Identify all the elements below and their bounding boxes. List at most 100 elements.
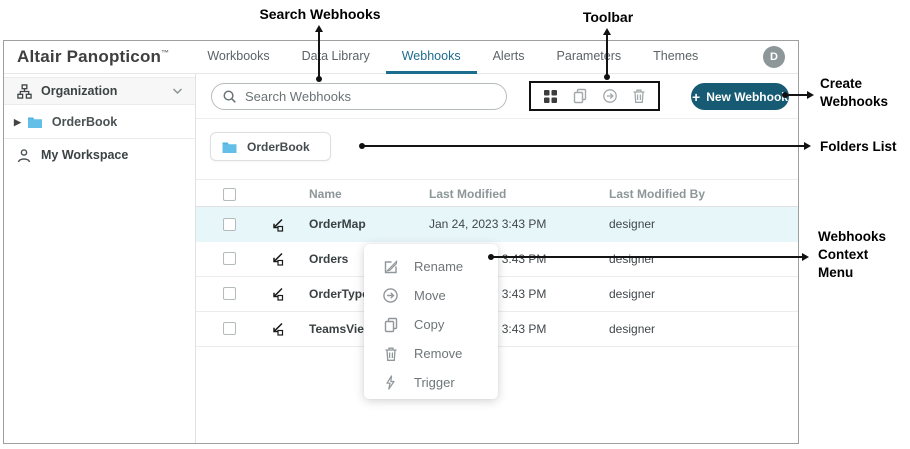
webhook-last-modified-by: designer <box>609 277 655 312</box>
toolbar <box>529 81 660 111</box>
menu-item-label: Rename <box>414 259 463 274</box>
tab-alerts[interactable]: Alerts <box>477 41 541 74</box>
webhook-last-modified: Jan 24, 2023 3:43 PM <box>429 207 546 242</box>
new-webhook-button[interactable]: + New Webhook <box>691 83 789 110</box>
hierarchy-icon <box>16 84 32 99</box>
column-header-name: Name <box>309 180 342 208</box>
webhook-icon <box>269 286 285 307</box>
sidebar-item-my-workspace[interactable]: My Workspace <box>4 140 195 170</box>
menu-item-label: Remove <box>414 346 462 361</box>
menu-item-rename[interactable]: Rename <box>364 252 498 281</box>
copy-icon <box>382 317 399 333</box>
arrowhead-right <box>807 91 814 99</box>
webhook-last-modified-by: designer <box>609 242 655 277</box>
row-checkbox[interactable] <box>223 287 236 300</box>
annotation-dot <box>316 76 322 82</box>
sidebar-item-label: My Workspace <box>41 148 128 162</box>
folder-icon <box>221 140 238 154</box>
arrowhead-up <box>315 25 323 32</box>
plus-icon: + <box>692 89 700 105</box>
annotation-line-text: Menu <box>818 264 886 282</box>
sidebar-item-organization[interactable]: Organization <box>4 77 195 105</box>
annotation-line-text: Context <box>818 246 886 264</box>
folder-chip-orderbook[interactable]: OrderBook <box>210 132 331 161</box>
column-header-last-modified: Last Modified <box>429 180 506 208</box>
logo-text: Altair Panopticon <box>17 47 161 66</box>
row-checkbox[interactable] <box>223 252 236 265</box>
webhooks-context-menu: Rename Move Copy Remove <box>364 244 498 399</box>
tab-themes[interactable]: Themes <box>637 41 714 74</box>
annotation-folders-list: Folders List <box>820 138 897 156</box>
app-window: Altair Panopticon™ Workbooks Data Librar… <box>3 40 799 444</box>
webhook-name: OrderMap <box>309 207 366 242</box>
app-header: Altair Panopticon™ Workbooks Data Librar… <box>4 41 798 74</box>
annotation-line <box>364 145 804 147</box>
arrowhead-right <box>804 142 811 150</box>
annotation-dot <box>604 74 610 80</box>
arrowhead-up <box>603 28 611 35</box>
menu-item-label: Move <box>414 288 446 303</box>
row-checkbox[interactable] <box>223 218 236 231</box>
annotation-toolbar: Toolbar <box>560 9 656 25</box>
arrowhead-right <box>802 253 809 261</box>
annotation-line <box>493 256 802 258</box>
grid-view-icon[interactable] <box>543 89 558 104</box>
sidebar-item-label: Organization <box>41 84 117 98</box>
row-checkbox[interactable] <box>223 322 236 335</box>
select-all-checkbox[interactable] <box>223 188 236 201</box>
search-box <box>211 83 507 110</box>
webhook-name: Orders <box>309 242 348 277</box>
move-icon[interactable] <box>602 88 618 104</box>
folder-icon <box>27 115 43 129</box>
annotation-line <box>318 31 320 78</box>
menu-item-remove[interactable]: Remove <box>364 339 498 368</box>
sidebar-divider <box>4 138 195 139</box>
webhook-name: OrderType <box>309 277 369 312</box>
delete-icon <box>382 346 399 362</box>
copy-icon[interactable] <box>572 88 588 104</box>
new-webhook-label: New Webhook <box>706 90 788 104</box>
main-nav: Workbooks Data Library Webhooks Alerts P… <box>191 41 714 74</box>
menu-item-trigger[interactable]: Trigger <box>364 368 498 397</box>
tab-data-library[interactable]: Data Library <box>286 41 386 74</box>
webhook-icon <box>269 321 285 342</box>
webhook-last-modified-by: designer <box>609 207 655 242</box>
move-icon <box>382 287 399 304</box>
annotation-dot <box>488 254 494 260</box>
expand-caret-icon[interactable]: ▶ <box>14 117 21 128</box>
annotation-webhooks-context-menu: Webhooks Context Menu <box>818 228 886 282</box>
lightning-icon <box>382 375 399 390</box>
delete-icon[interactable] <box>632 88 646 104</box>
annotation-create-webhooks: Create Webhooks <box>820 75 888 111</box>
trademark: ™ <box>161 48 169 57</box>
annotation-dot <box>782 92 788 98</box>
person-icon <box>16 148 32 163</box>
annotation-line <box>787 94 807 96</box>
tab-webhooks[interactable]: Webhooks <box>386 41 477 74</box>
menu-item-label: Copy <box>414 317 444 332</box>
search-input[interactable] <box>245 89 506 104</box>
content-topbar: + New Webhook <box>196 74 798 119</box>
webhook-icon <box>269 251 285 272</box>
annotation-line-text: Webhooks <box>818 228 886 246</box>
table-row[interactable]: OrderMap Jan 24, 2023 3:43 PM designer <box>196 207 798 242</box>
table-header: Name Last Modified Last Modified By <box>196 179 798 207</box>
search-icon <box>222 89 237 104</box>
annotation-line-text: Webhooks <box>820 93 888 111</box>
menu-item-move[interactable]: Move <box>364 281 498 310</box>
sidebar: Organization ▶ OrderBook My Workspace <box>4 74 196 443</box>
app-logo: Altair Panopticon™ <box>17 47 169 67</box>
edit-icon <box>382 259 399 275</box>
menu-item-label: Trigger <box>414 375 455 390</box>
column-header-last-modified-by: Last Modified By <box>609 180 705 208</box>
tab-parameters[interactable]: Parameters <box>541 41 638 74</box>
user-avatar[interactable]: D <box>763 46 785 68</box>
annotation-dot <box>359 143 365 149</box>
annotation-line <box>606 34 608 76</box>
sidebar-item-orderbook[interactable]: ▶ OrderBook <box>4 108 195 136</box>
menu-item-copy[interactable]: Copy <box>364 310 498 339</box>
folder-chip-label: OrderBook <box>247 140 310 154</box>
chevron-down-icon[interactable] <box>172 84 183 98</box>
tab-workbooks[interactable]: Workbooks <box>191 41 285 74</box>
annotation-search-webhooks: Search Webhooks <box>250 6 390 22</box>
